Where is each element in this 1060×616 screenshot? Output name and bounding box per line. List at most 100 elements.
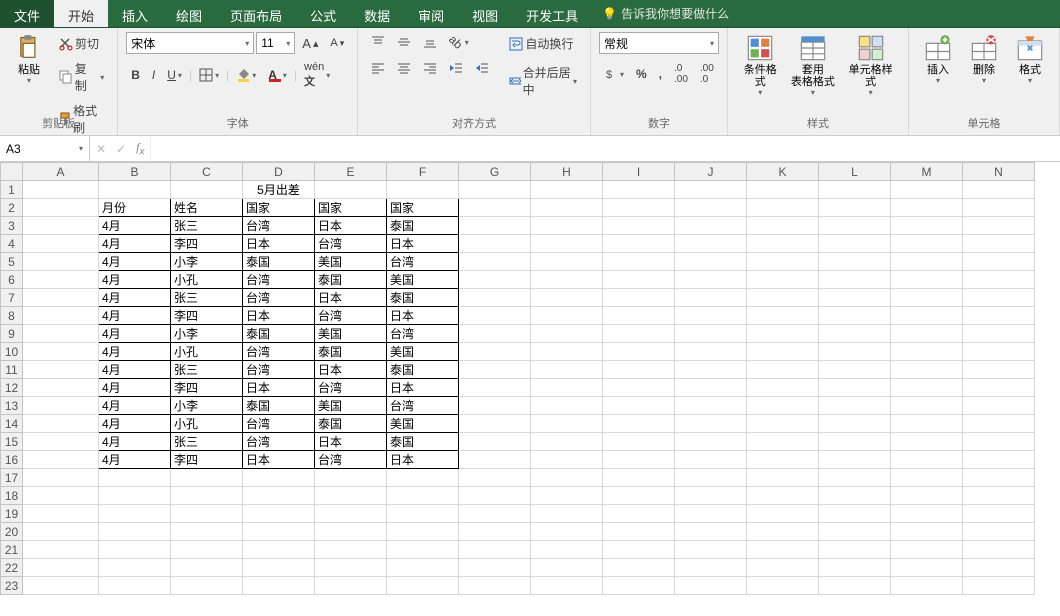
cell-F10[interactable]: 美国 (387, 343, 459, 361)
cell-F15[interactable]: 泰国 (387, 433, 459, 451)
cell-F5[interactable]: 台湾 (387, 253, 459, 271)
cell-D19[interactable] (243, 505, 315, 523)
align-left-button[interactable] (366, 58, 390, 78)
cell-H1[interactable] (531, 181, 603, 199)
cell-F19[interactable] (387, 505, 459, 523)
cell-G10[interactable] (459, 343, 531, 361)
cell-G23[interactable] (459, 577, 531, 595)
cell-I12[interactable] (603, 379, 675, 397)
cell-L23[interactable] (819, 577, 891, 595)
cell-N19[interactable] (963, 505, 1035, 523)
col-header-I[interactable]: I (603, 163, 675, 181)
cell-H13[interactable] (531, 397, 603, 415)
row-header-22[interactable]: 22 (1, 559, 23, 577)
cell-B20[interactable] (99, 523, 171, 541)
cell-B17[interactable] (99, 469, 171, 487)
cell-N9[interactable] (963, 325, 1035, 343)
increase-decimal-button[interactable]: .0.00 (669, 60, 693, 88)
cell-G1[interactable] (459, 181, 531, 199)
cell-J15[interactable] (675, 433, 747, 451)
cell-E15[interactable]: 日本 (315, 433, 387, 451)
row-header-12[interactable]: 12 (1, 379, 23, 397)
cell-B8[interactable]: 4月 (99, 307, 171, 325)
cell-J16[interactable] (675, 451, 747, 469)
cell-A18[interactable] (23, 487, 99, 505)
cell-B7[interactable]: 4月 (99, 289, 171, 307)
cell-E7[interactable]: 日本 (315, 289, 387, 307)
cell-H6[interactable] (531, 271, 603, 289)
cell-D9[interactable]: 泰国 (243, 325, 315, 343)
cell-I8[interactable] (603, 307, 675, 325)
cell-M10[interactable] (891, 343, 963, 361)
cell-G6[interactable] (459, 271, 531, 289)
col-header-A[interactable]: A (23, 163, 99, 181)
cell-N2[interactable] (963, 199, 1035, 217)
select-all-corner[interactable] (1, 163, 23, 181)
cell-N8[interactable] (963, 307, 1035, 325)
cell-C10[interactable]: 小孔 (171, 343, 243, 361)
cell-C22[interactable] (171, 559, 243, 577)
cell-E16[interactable]: 台湾 (315, 451, 387, 469)
cell-D11[interactable]: 台湾 (243, 361, 315, 379)
cell-B22[interactable] (99, 559, 171, 577)
cell-D22[interactable] (243, 559, 315, 577)
cell-M16[interactable] (891, 451, 963, 469)
cell-M21[interactable] (891, 541, 963, 559)
cell-J8[interactable] (675, 307, 747, 325)
tab-数据[interactable]: 数据 (350, 0, 404, 27)
cell-D17[interactable] (243, 469, 315, 487)
cell-M12[interactable] (891, 379, 963, 397)
cell-I19[interactable] (603, 505, 675, 523)
cell-B6[interactable]: 4月 (99, 271, 171, 289)
cell-A13[interactable] (23, 397, 99, 415)
cell-K4[interactable] (747, 235, 819, 253)
cell-K19[interactable] (747, 505, 819, 523)
cut-button[interactable]: 剪切 (54, 32, 109, 55)
cell-I7[interactable] (603, 289, 675, 307)
cell-F17[interactable] (387, 469, 459, 487)
cell-G4[interactable] (459, 235, 531, 253)
cell-H12[interactable] (531, 379, 603, 397)
cell-C12[interactable]: 李四 (171, 379, 243, 397)
cell-L19[interactable] (819, 505, 891, 523)
cell-E23[interactable] (315, 577, 387, 595)
accounting-button[interactable]: $▾ (599, 64, 629, 84)
row-header-4[interactable]: 4 (1, 235, 23, 253)
row-header-5[interactable]: 5 (1, 253, 23, 271)
cell-K1[interactable] (747, 181, 819, 199)
cell-F8[interactable]: 日本 (387, 307, 459, 325)
cell-E6[interactable]: 泰国 (315, 271, 387, 289)
cell-F1[interactable] (387, 181, 459, 199)
row-header-6[interactable]: 6 (1, 271, 23, 289)
cell-I9[interactable] (603, 325, 675, 343)
col-header-N[interactable]: N (963, 163, 1035, 181)
row-header-9[interactable]: 9 (1, 325, 23, 343)
cell-H4[interactable] (531, 235, 603, 253)
cell-E12[interactable]: 台湾 (315, 379, 387, 397)
col-header-H[interactable]: H (531, 163, 603, 181)
cell-G8[interactable] (459, 307, 531, 325)
insert-cells-button[interactable]: 插入▾ (917, 32, 959, 87)
wrap-text-button[interactable]: 自动换行 (504, 32, 582, 55)
cell-M14[interactable] (891, 415, 963, 433)
row-header-11[interactable]: 11 (1, 361, 23, 379)
align-middle-button[interactable] (392, 32, 416, 52)
cell-H17[interactable] (531, 469, 603, 487)
cell-L22[interactable] (819, 559, 891, 577)
cell-H14[interactable] (531, 415, 603, 433)
indent-increase-button[interactable] (470, 58, 494, 78)
cell-J2[interactable] (675, 199, 747, 217)
cell-N14[interactable] (963, 415, 1035, 433)
cell-A16[interactable] (23, 451, 99, 469)
cell-C5[interactable]: 小李 (171, 253, 243, 271)
cell-C19[interactable] (171, 505, 243, 523)
align-bottom-button[interactable] (418, 32, 442, 52)
formula-input[interactable] (150, 136, 1060, 161)
row-header-8[interactable]: 8 (1, 307, 23, 325)
row-header-13[interactable]: 13 (1, 397, 23, 415)
cell-K15[interactable] (747, 433, 819, 451)
cell-G14[interactable] (459, 415, 531, 433)
cell-L16[interactable] (819, 451, 891, 469)
cell-L17[interactable] (819, 469, 891, 487)
cell-D6[interactable]: 台湾 (243, 271, 315, 289)
